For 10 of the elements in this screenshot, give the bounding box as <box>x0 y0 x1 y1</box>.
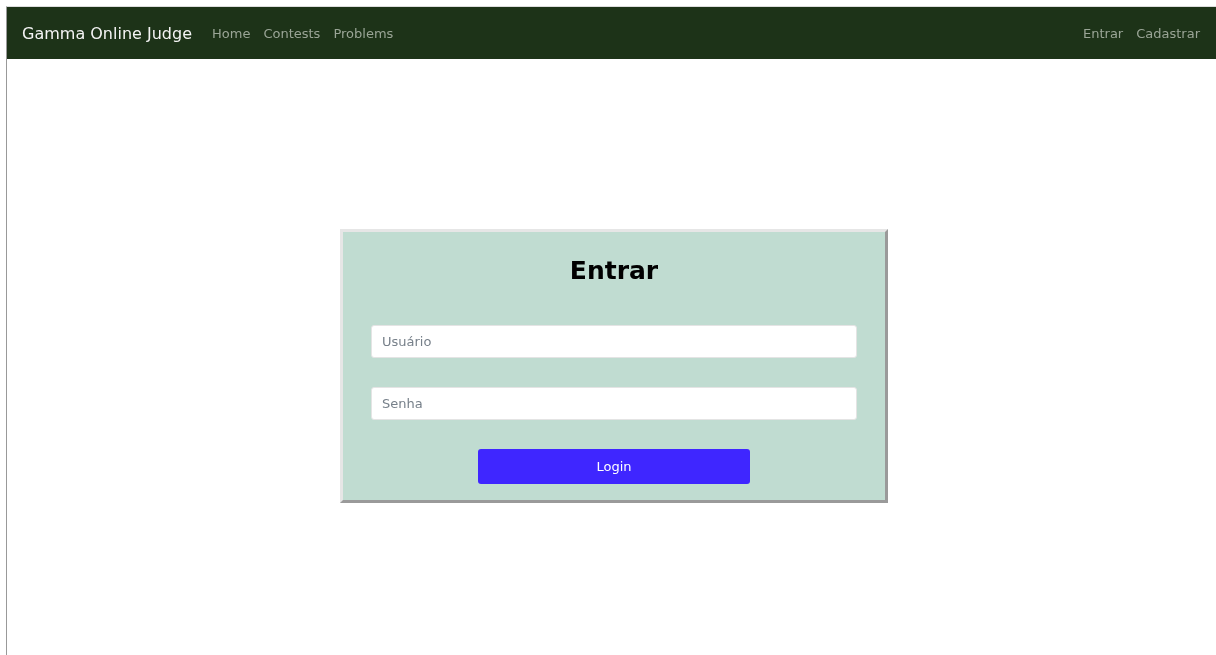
nav-link[interactable]: Problems <box>333 25 394 41</box>
nav-link[interactable]: Contests <box>263 25 321 41</box>
input-field[interactable]: Senha <box>371 387 857 420</box>
login-title: Entrar <box>569 256 659 285</box>
nav-link[interactable]: Entrar <box>1083 25 1124 41</box>
nav-link[interactable]: Cadastrar <box>1136 25 1200 41</box>
input-field[interactable]: Usuário <box>371 325 857 358</box>
nav-link[interactable]: Home <box>212 25 251 41</box>
brand-link[interactable]: Gamma Online Judge <box>22 23 192 43</box>
login-button[interactable]: Login <box>478 449 750 484</box>
